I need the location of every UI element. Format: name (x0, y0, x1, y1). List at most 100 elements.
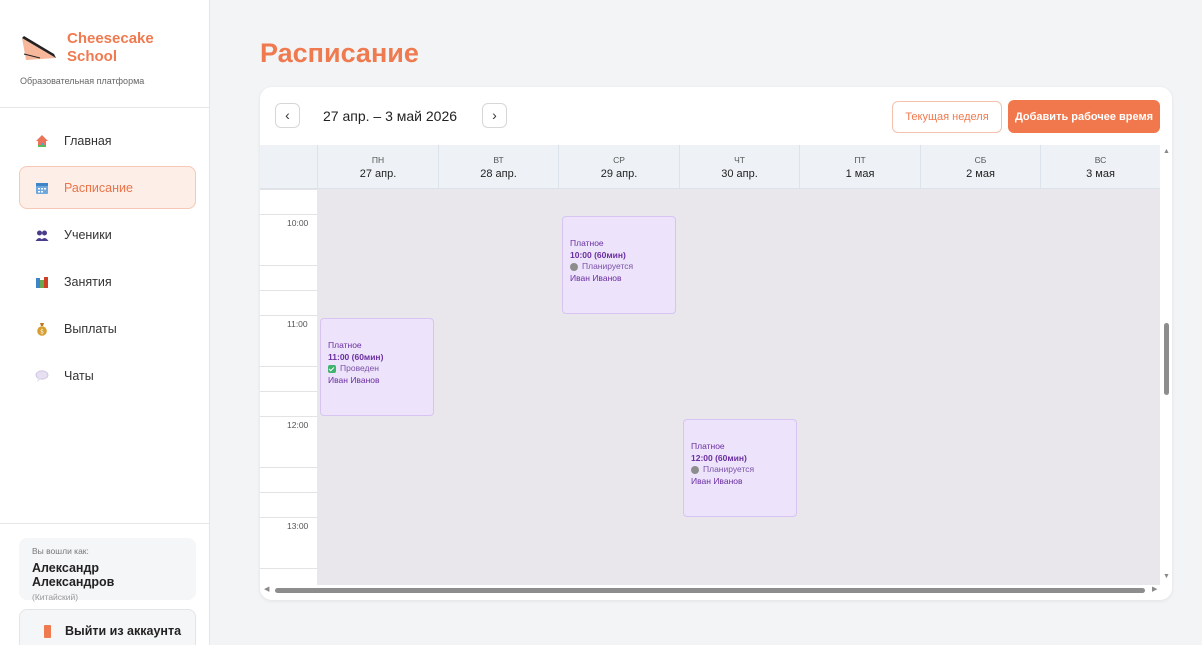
day-header-mon: ПН 27 апр. (317, 145, 438, 189)
day-date: 2 мая (966, 168, 995, 180)
slot-divider (260, 265, 317, 266)
slot-divider (260, 290, 317, 291)
lesson-event[interactable]: Платное 11:00 (60мин) Проведен Иван Иван… (320, 318, 434, 416)
vertical-scroll-thumb[interactable] (1164, 323, 1169, 395)
schedule-toolbar: ‹ 27 апр. – 3 май 2026 › Текущая неделя … (260, 87, 1172, 145)
day-date: 1 мая (845, 168, 875, 180)
slot-divider (260, 315, 317, 316)
horizontal-scrollbar[interactable]: ◀ ▶ (260, 585, 1172, 596)
user-name: Александр Александров (32, 561, 115, 589)
clock-icon (570, 262, 578, 271)
day-header-fri: ПТ 1 мая (799, 145, 920, 189)
prev-week-button[interactable]: ‹ (275, 103, 300, 128)
slot-divider (260, 568, 317, 569)
day-header-sun: ВС 3 мая (1040, 145, 1160, 189)
slot-divider (260, 517, 317, 518)
day-of-week: ПТ (854, 155, 866, 165)
vertical-scrollbar[interactable]: ▲ ▼ (1161, 145, 1172, 585)
time-label: 10:00 (287, 218, 309, 228)
date-range: 27 апр. – 3 май 2026 (323, 108, 458, 124)
scroll-down-arrow-icon[interactable]: ▼ (1163, 573, 1170, 580)
day-of-week: СБ (974, 155, 987, 165)
current-week-button[interactable]: Текущая неделя (892, 101, 1002, 133)
day-date: 27 апр. (359, 168, 397, 180)
sidebar-item-lessons[interactable]: Занятия (19, 260, 196, 303)
event-time: 11:00 (60мин) (328, 351, 384, 362)
event-status: Проведен (328, 363, 426, 375)
day-date: 30 апр. (721, 168, 758, 180)
day-of-week: СР (613, 155, 625, 165)
event-student: Иван Иванов (570, 272, 622, 283)
clock-icon (691, 465, 699, 474)
door-icon (44, 624, 51, 638)
sidebar-item-schedule[interactable]: Расписание (19, 166, 196, 209)
sidebar-item-chats[interactable]: Чаты (19, 354, 196, 397)
event-status-label: Планируется (582, 261, 634, 271)
sidebar-nav: Главная Расписание Ученики Занятия $ Вып… (19, 119, 196, 401)
event-status: Планируется (570, 261, 668, 273)
logout-label: Выйти из аккаунта (65, 624, 182, 638)
slot-divider (260, 416, 317, 417)
slot-divider (260, 214, 317, 215)
slot-divider (260, 366, 317, 367)
calendar-grid: ПН 27 апр. ВТ 28 апр. СР 29 апр. ЧТ 30 а… (260, 145, 1160, 585)
day-of-week: ВТ (493, 155, 504, 165)
slot-divider (260, 391, 317, 392)
slot-divider (260, 189, 317, 190)
event-type: Платное (570, 238, 604, 248)
sidebar-item-students[interactable]: Ученики (19, 213, 196, 256)
sidebar-item-label: Выплаты (64, 321, 117, 336)
calendar-body[interactable]: Платное 10:00 (60мин) Планируется Иван И… (317, 189, 1160, 585)
logout-button[interactable]: Выйти из аккаунта (19, 609, 196, 645)
sidebar-item-label: Ученики (64, 227, 112, 242)
chevron-left-icon: ‹ (285, 107, 290, 123)
day-of-week: ВС (1094, 155, 1107, 165)
event-status-label: Планируется (703, 464, 755, 474)
event-status-label: Проведен (340, 363, 379, 373)
sidebar-item-payouts[interactable]: $ Выплаты (19, 307, 196, 350)
event-type: Платное (328, 340, 362, 350)
day-header-wed: СР 29 апр. (558, 145, 679, 189)
event-student: Иван Иванов (691, 475, 743, 486)
add-work-time-button[interactable]: Добавить рабочее время (1008, 100, 1160, 133)
scroll-left-arrow-icon[interactable]: ◀ (264, 585, 269, 593)
time-label: 11:00 (287, 319, 308, 329)
user-role: (Китайский) (32, 592, 79, 602)
cheesecake-logo-icon (22, 36, 56, 60)
horizontal-scroll-thumb[interactable] (275, 588, 1145, 593)
sidebar-item-label: Чаты (64, 368, 94, 383)
sidebar-item-label: Главная (64, 133, 112, 148)
chevron-right-icon: › (492, 107, 497, 123)
sidebar: Cheesecake School Образовательная платфо… (0, 0, 210, 645)
schedule-card: ‹ 27 апр. – 3 май 2026 › Текущая неделя … (260, 87, 1172, 600)
scroll-right-arrow-icon[interactable]: ▶ (1152, 585, 1157, 593)
day-header-thu: ЧТ 30 апр. (679, 145, 799, 189)
brand-name-line2: School (67, 48, 118, 65)
day-date: 28 апр. (480, 168, 517, 180)
day-date: 3 мая (1086, 168, 1115, 180)
scroll-up-arrow-icon[interactable]: ▲ (1163, 148, 1170, 155)
event-type: Платное (691, 441, 725, 451)
time-label: 12:00 (287, 420, 309, 430)
slot-divider (260, 467, 317, 468)
brand-subtitle: Образовательная платформа (20, 76, 145, 86)
sidebar-divider-bottom (0, 523, 210, 524)
calendar-header: ПН 27 апр. ВТ 28 апр. СР 29 апр. ЧТ 30 а… (260, 145, 1160, 189)
day-of-week: ПН (371, 155, 385, 165)
next-week-button[interactable]: › (482, 103, 507, 128)
sidebar-item-label: Расписание (64, 180, 133, 195)
lesson-event[interactable]: Платное 12:00 (60мин) Планируется Иван И… (683, 419, 797, 517)
brand-name-line1: Cheesecake (67, 30, 154, 47)
svg-text:$: $ (40, 328, 44, 335)
sidebar-item-home[interactable]: Главная (19, 119, 196, 162)
day-date: 29 апр. (600, 168, 638, 180)
time-column: 10:00 11:00 12:00 13:00 (260, 189, 317, 585)
sidebar-divider-top (0, 107, 210, 108)
page-title: Расписание (260, 38, 419, 68)
lesson-event[interactable]: Платное 10:00 (60мин) Планируется Иван И… (562, 216, 676, 314)
day-header-sat: СБ 2 мая (920, 145, 1040, 189)
calendar-icon (34, 180, 50, 196)
money-bag-icon: $ (34, 321, 50, 337)
books-icon (34, 274, 50, 290)
day-header-tue: ВТ 28 апр. (438, 145, 558, 189)
